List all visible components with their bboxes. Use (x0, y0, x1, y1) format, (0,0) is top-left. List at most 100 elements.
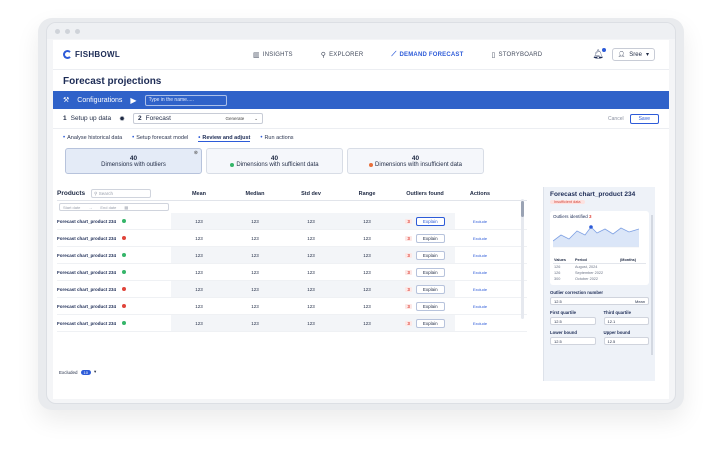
lower-bound-field[interactable]: 12.5 (550, 337, 596, 345)
mean-value: 123 (195, 235, 203, 241)
step-forecast[interactable]: 2 Forecast Generate ⌄ (132, 113, 263, 124)
table-row[interactable]: Forecast chart_product 234 123 123 123 123 3 E… (57, 264, 527, 281)
tab-setup-forecast-model[interactable]: • Setup forecast model (132, 135, 188, 141)
step-setup-data[interactable]: 1 Setup up data (63, 115, 111, 122)
explain-button[interactable]: Explain (415, 216, 445, 226)
column-header-median[interactable]: Median (227, 191, 283, 197)
generate-select[interactable]: Generate ⌄ (225, 116, 258, 122)
upper-bound-field[interactable]: 12.5 (603, 337, 649, 345)
status-dot-red (122, 304, 127, 308)
table-scrollbar[interactable] (521, 199, 524, 319)
nav-demand-forecast[interactable]: ⟋ DEMAND FORECAST (391, 51, 463, 59)
card-count: 40 (129, 154, 138, 162)
configuration-name-input[interactable]: Type in the name..... (144, 94, 227, 106)
window-dot-maximize[interactable] (75, 28, 80, 34)
lower-bound-value: 12.5 (554, 338, 562, 344)
panel-scrollbar[interactable] (651, 215, 653, 355)
card-count: 40 (270, 154, 279, 162)
insufficient-data-badge: Insufficient data (550, 200, 585, 204)
product-search-input[interactable]: ⚲ Search (91, 189, 152, 198)
gear-icon: ✹ (119, 115, 125, 123)
table-row[interactable]: Forecast chart_product 234 123 123 123 123 3 E… (57, 230, 527, 247)
row-values: 123 123 123 123 3 Explain (171, 264, 455, 280)
exclude-link[interactable]: Exclude (455, 253, 505, 258)
table-row[interactable]: Forecast chart_product 234 123 123 123 123 3 E… (57, 298, 527, 315)
outliers-cell: 3 Explain (395, 233, 455, 243)
exclude-link[interactable]: Exclude (455, 236, 505, 241)
step-number: 2 (137, 115, 142, 122)
save-button[interactable]: Save (629, 113, 659, 124)
std-dev-value: 123 (307, 286, 315, 292)
column-header-std-dev[interactable]: Std dev (283, 191, 339, 197)
arrow-right-icon: → (88, 204, 93, 210)
status-dot-green (122, 321, 127, 325)
tab-review-and-adjust[interactable]: • Review and adjust (198, 134, 251, 142)
explain-button[interactable]: Explain (415, 233, 445, 243)
correction-field[interactable]: 12.5 Mean (550, 297, 649, 305)
explain-button[interactable]: Explain (415, 318, 445, 328)
brand-logo[interactable]: FISHBOWL (63, 50, 120, 59)
date-range-picker[interactable]: Start date → End date ▦ (59, 203, 169, 211)
lower-bound-group: Lower bound 12.5 (550, 325, 596, 345)
cancel-button[interactable]: Cancel (608, 116, 624, 122)
screenshot-stage: FISHBOWL ▥ INSIGHTS ⚲ EXPLORER ⟋ DEMAND FOR… (0, 0, 721, 465)
window-dot-close[interactable] (55, 28, 60, 34)
card-count: 40 (411, 154, 420, 162)
table-row[interactable]: Forecast chart_product 234 123 123 123 123 3 E… (57, 315, 527, 332)
explain-button[interactable]: Explain (415, 284, 445, 294)
explain-button[interactable]: Explain (415, 267, 445, 277)
table-row[interactable]: Forecast chart_product 234 123 123 123 123 3 E… (57, 281, 527, 298)
tab-run-actions[interactable]: • Run actions (260, 135, 293, 141)
generate-label: Generate (225, 115, 245, 121)
notification-bell-icon[interactable]: 🔔︎ (592, 48, 606, 60)
exclude-link[interactable]: Exclude (455, 304, 505, 309)
panel-title: Forecast chart_product 234 (550, 191, 636, 198)
bullet-icon: • (198, 134, 201, 141)
header-actions: 🔔︎ 👤︎ Sree ▾ (592, 48, 655, 61)
first-quartile-label: First quartile (550, 310, 577, 315)
column-header-mean[interactable]: Mean (171, 191, 227, 197)
excluded-label: Excluded (59, 369, 78, 375)
wrench-icon: ⚒ (63, 97, 70, 104)
status-dot-green (122, 270, 127, 274)
explain-button[interactable]: Explain (415, 301, 445, 311)
window-dot-minimize[interactable] (65, 28, 70, 34)
products-table: Products ⚲ Search Mean Median Std dev Ra… (57, 187, 527, 377)
mini-value: 300 (554, 277, 561, 281)
exclude-link[interactable]: Exclude (455, 287, 505, 292)
first-quartile-field[interactable]: 12.5 (550, 317, 596, 325)
exclude-link[interactable]: Exclude (455, 270, 505, 275)
user-menu-button[interactable]: 👤︎ Sree ▾ (611, 48, 655, 61)
exclude-link[interactable]: Exclude (455, 321, 505, 326)
mini-period: October 2022 (575, 277, 599, 281)
product-name-cell: Forecast chart_product 234 (57, 287, 157, 292)
table-row[interactable]: Forecast chart_product 234 123 123 123 123 3 E… (57, 247, 527, 264)
range-value: 123 (363, 269, 371, 275)
tab-analyse-historical-data[interactable]: • Analyse historical data (63, 135, 122, 141)
nav-explorer[interactable]: ⚲ EXPLORER (321, 51, 364, 59)
nav-insights[interactable]: ▥ INSIGHTS (253, 51, 293, 59)
column-header-range[interactable]: Range (339, 191, 395, 197)
brand-name: FISHBOWL (75, 50, 121, 59)
product-name-cell: Forecast chart_product 234 (57, 304, 157, 309)
excluded-filter[interactable]: Excluded 10 ▾ (59, 369, 96, 375)
third-quartile-field[interactable]: 12.1 (603, 317, 649, 325)
close-icon[interactable]: ⊗ (194, 150, 198, 156)
nav-storyboard[interactable]: ▯ STORYBOARD (491, 51, 542, 59)
play-icon[interactable]: ▶ (130, 96, 136, 105)
outlier-count-badge: 3 (405, 269, 412, 275)
products-label: Products (57, 190, 86, 197)
card-dimensions-with-insufficient-data[interactable]: 40 Dimensions with insufficient data (347, 148, 484, 174)
column-header-outliers-found[interactable]: Outliers found (395, 191, 455, 197)
std-dev-value: 123 (307, 235, 315, 241)
excluded-count-badge: 10 (80, 369, 91, 375)
card-dimensions-with-sufficient-data[interactable]: 40 Dimensions with sufficient data (206, 148, 343, 174)
outlier-marker (589, 225, 593, 229)
product-name: Forecast chart_product 234 (57, 303, 117, 309)
table-row[interactable]: Forecast chart_product 234 123 123 123 123 3 E… (57, 213, 527, 230)
document-icon: ▯ (491, 51, 496, 59)
card-dimensions-with-outliers[interactable]: ⊗ 40 Dimensions with outliers (65, 148, 202, 174)
scroll-thumb[interactable] (521, 201, 524, 217)
explain-button[interactable]: Explain (415, 250, 445, 260)
exclude-link[interactable]: Exclude (455, 219, 505, 224)
